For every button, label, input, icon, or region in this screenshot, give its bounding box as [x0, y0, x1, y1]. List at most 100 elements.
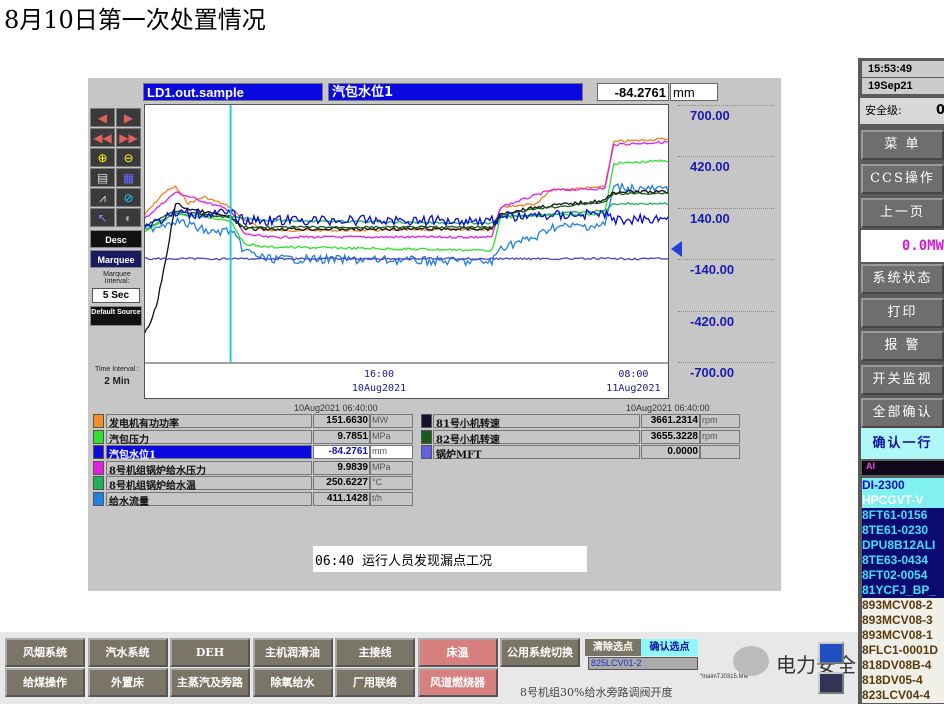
alarm-item[interactable]: 81YCFJ_BP_	[862, 583, 944, 598]
cursor-icon[interactable]: ◐	[116, 208, 141, 227]
marquee-button[interactable]: Marquee	[90, 250, 142, 268]
scroll-left-icon[interactable]: ◀	[90, 108, 115, 127]
legend-unit: rpm	[700, 429, 740, 444]
alarm-item[interactable]: 893MCV08-3	[862, 613, 944, 628]
default-source-button[interactable]: Default Source	[90, 306, 142, 326]
nav-button[interactable]: 风烟系统	[5, 638, 85, 667]
nav-button[interactable]: 床温	[417, 638, 498, 667]
legend-swatch	[421, 414, 432, 428]
nav-button[interactable]: 汽水系统	[87, 638, 168, 667]
point-input[interactable]: 825LCV01-2	[588, 657, 698, 670]
scroll-right-icon[interactable]: ▶	[116, 108, 141, 127]
nav-button[interactable]: 给煤操作	[5, 668, 85, 697]
zoom-out-icon[interactable]: ⊖	[116, 148, 141, 167]
alarm-item[interactable]: 818DV08B-4	[862, 658, 944, 673]
y-tick-text: 140.00	[678, 207, 774, 226]
legend-name[interactable]: 锅炉MFT	[433, 445, 640, 461]
legend-unit: t/h	[370, 491, 413, 506]
pointer-icon[interactable]: ↖	[90, 208, 115, 227]
alarm-item[interactable]: 8FLC1-0001D	[862, 643, 944, 658]
legend-name[interactable]: 汽包水位1	[106, 445, 312, 461]
menu-button[interactable]: CCS操作	[861, 164, 944, 194]
menu-button[interactable]: 报 警	[861, 331, 944, 361]
safety-level: 安全级: 0	[860, 98, 944, 124]
alarm-item[interactable]: 818DV05-4	[862, 673, 944, 688]
alarm-item[interactable]: DPU8B12ALI	[862, 538, 944, 553]
window-icon[interactable]: ▤	[90, 168, 115, 187]
alarm-item[interactable]: HPCGVT-V	[862, 493, 944, 508]
legend-value: 0.0000	[641, 445, 700, 459]
y-tick-label: 420.00	[678, 156, 774, 174]
menu-button[interactable]: 全部确认	[861, 398, 944, 428]
nav-button[interactable]: 主机润滑油	[252, 638, 333, 667]
alarm-item[interactable]: 823LCV04-4	[862, 688, 944, 703]
legend-swatch	[421, 429, 432, 444]
legend-unit: mm	[370, 445, 413, 459]
clear-icon[interactable]: ⊘	[116, 188, 141, 207]
menu-button[interactable]: 系统状态	[861, 264, 944, 294]
clock-time: 15:53:49	[862, 61, 944, 77]
nav-button[interactable]: 除氧给水	[252, 668, 333, 697]
legend-value: 411.1428	[313, 491, 370, 506]
page-title: 8月10日第一次处置情况	[4, 6, 266, 34]
nav-button[interactable]: 风道燃烧器	[417, 668, 498, 697]
legend-name[interactable]: 81号小机转速	[433, 414, 640, 430]
zoom-in-icon[interactable]: ⊕	[90, 148, 115, 167]
wechat-logo-icon	[733, 646, 769, 676]
y-tick-text: -420.00	[678, 310, 774, 329]
list-icon[interactable]	[818, 672, 844, 694]
legend-name[interactable]: 发电机有功功率	[106, 414, 312, 430]
legend-unit: MW	[370, 414, 413, 428]
current-unit: mm	[670, 83, 718, 101]
alarm-item[interactable]: 893MCV08-1	[862, 628, 944, 643]
desc-button[interactable]: Desc	[90, 230, 142, 248]
marquee-interval-field[interactable]: 5 Sec	[92, 288, 140, 303]
menu-button[interactable]: 开关监视	[861, 364, 944, 395]
grid-icon[interactable]: ▦	[116, 168, 141, 187]
menu-button[interactable]: 菜 单	[861, 130, 944, 160]
trend-panel: LD1.out.sample 汽包水位1 -84.2761 mm ◀ ▶ ◀◀ …	[88, 78, 781, 591]
alarm-item[interactable]: 8FT61-0156	[862, 508, 944, 523]
safety-level-value: 0	[936, 103, 944, 118]
legend-value: 3655.3228	[641, 429, 700, 444]
legend-swatch	[93, 476, 104, 490]
trend-icon[interactable]: ⩘	[90, 188, 115, 207]
alarm-item[interactable]: 8TE63-0434	[862, 553, 944, 568]
legend-name[interactable]: 汽包压力	[106, 429, 312, 446]
nav-button[interactable]: 主蒸汽及旁路	[170, 668, 250, 697]
nav-button[interactable]: 公用系统切换	[500, 638, 580, 667]
trend-chart[interactable]: 16:00 10Aug2021 08:00 11Aug2021	[144, 104, 669, 399]
alarm-item[interactable]: 893MCV08-2	[862, 598, 944, 613]
display-icon[interactable]	[818, 642, 844, 664]
nav-button[interactable]: 外置床	[87, 668, 168, 697]
legend-swatch	[93, 491, 104, 506]
tag-name-field[interactable]: LD1.out.sample	[143, 83, 323, 101]
alarm-item[interactable]: DI-2300	[862, 478, 944, 493]
y-tick-label: -700.00	[678, 362, 774, 380]
legend-name[interactable]: 8号机组锅炉给水温	[106, 476, 312, 492]
confirm-row-button[interactable]: 确认一行	[861, 428, 944, 459]
legend-name[interactable]: 给水流量	[106, 491, 312, 508]
y-tick-text: -700.00	[678, 362, 774, 380]
y-tick-label: -140.00	[678, 259, 774, 277]
alarm-item[interactable]: 8FT02-0054	[862, 568, 944, 583]
fast-forward-icon[interactable]: ▶▶	[116, 128, 141, 147]
legend-swatch	[93, 429, 104, 444]
legend-value: 151.6630	[313, 414, 370, 428]
menu-button[interactable]: 上一页	[861, 198, 944, 228]
clear-points-button[interactable]: 清除选点	[585, 639, 641, 656]
nav-button[interactable]: DEH	[170, 638, 250, 667]
legend-name[interactable]: 82号小机转速	[433, 429, 640, 446]
legend-swatch	[93, 445, 104, 459]
legend-name[interactable]: 8号机组锅炉给水压力	[106, 460, 312, 477]
legend-unit: °C	[370, 476, 413, 490]
menu-button[interactable]: 打印	[861, 297, 944, 328]
x-tick-date: 10Aug2021	[352, 383, 406, 394]
value-marker-icon[interactable]	[671, 241, 682, 257]
fast-back-icon[interactable]: ◀◀	[90, 128, 115, 147]
nav-button[interactable]: 主接线	[335, 638, 415, 667]
alarm-item[interactable]: 8TE61-0230	[862, 523, 944, 538]
legend-unit: MPa	[370, 460, 413, 475]
confirm-points-button[interactable]: 确认选点	[641, 639, 698, 656]
nav-button[interactable]: 厂用联络	[335, 668, 415, 697]
